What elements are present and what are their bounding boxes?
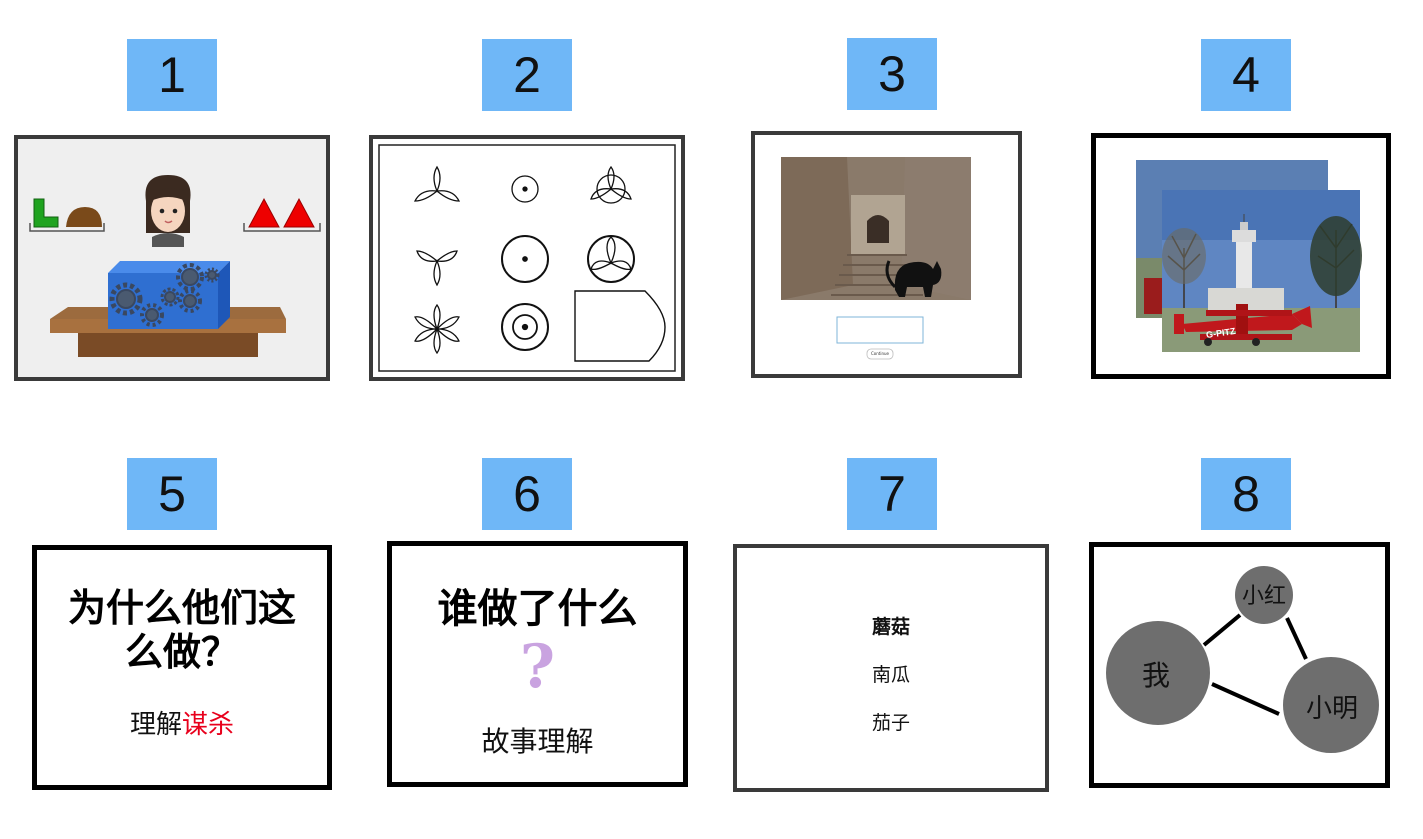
node-me-label: 我 (1142, 659, 1170, 692)
panel-story: 谁做了什么 ? 故事理解 (387, 541, 688, 787)
node-xiaoming-label: 小明 (1306, 694, 1358, 724)
panel5-title: 为什么他们这么做？ (67, 586, 296, 674)
tile-number-6: 6 (482, 458, 572, 530)
word-item: 蘑菇 (871, 616, 910, 638)
tile-number-2: 2 (482, 39, 572, 111)
pattern-three-petals (413, 165, 461, 202)
node-xiaohong-label: 小红 (1242, 584, 1286, 609)
tile-number-3: 3 (847, 38, 937, 110)
panel-photo-stack: G-PITZ (1091, 133, 1391, 379)
pattern-petals-small-circle (590, 165, 632, 204)
pattern-three-petals-inverted (416, 250, 458, 287)
panel-social-network: 小红 我 小明 (1089, 542, 1390, 788)
panel5-subtitle-prefix: 理解 (129, 710, 182, 740)
panel5-subtitle-highlight: 谋杀 (182, 710, 235, 740)
tile-number-4: 4 (1201, 39, 1291, 111)
panel6-subtitle: 故事理解 (481, 725, 594, 758)
panel-machine-task (14, 135, 330, 381)
panel-photo-naming: Continue (751, 131, 1022, 378)
panel5-subtitle: 理解谋杀 (37, 704, 327, 741)
tile-number-5: 5 (127, 458, 217, 530)
pattern-large-circle (501, 235, 549, 283)
person-avatar (145, 175, 191, 247)
panel6-title: 谁做了什么 (437, 586, 638, 632)
answer-input[interactable] (836, 316, 924, 344)
gear-machine-illustration (108, 261, 230, 329)
panel-pattern-matrix (369, 135, 685, 381)
airplane-photo (1162, 190, 1362, 352)
panel-motivation: 为什么他们这么做？ 理解谋杀 (32, 545, 332, 790)
left-shelf-illustration (29, 198, 105, 232)
pattern-petals-large-circle (587, 235, 635, 283)
question-mark-icon: ? (519, 632, 556, 702)
pattern-concentric-circles (501, 303, 549, 351)
pattern-six-petals (414, 303, 460, 355)
pattern-small-circle (511, 175, 539, 203)
alley-cat-photo (781, 157, 971, 300)
tile-number-7: 7 (847, 458, 937, 530)
word-item: 茄子 (871, 712, 910, 734)
tile-number-1: 1 (127, 39, 217, 111)
word-item: 南瓜 (871, 664, 910, 686)
panel-word-list: 蘑菇 南瓜 茄子 (733, 544, 1049, 792)
pattern-answer-placeholder (574, 290, 666, 362)
right-shelf-illustration (243, 197, 321, 232)
tile-number-8: 8 (1201, 458, 1291, 530)
continue-button-label: Continue (871, 351, 889, 356)
